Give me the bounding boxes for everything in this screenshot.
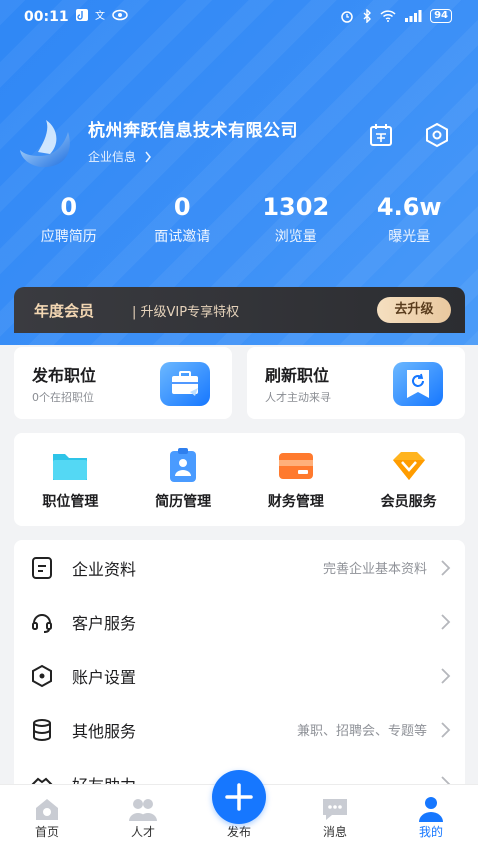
settings-list: 企业资料 完善企业基本资料 客户服务 账户设置 其他服务 兼职、招聘会、专题等 [14,540,465,800]
list-item-label: 客户服务 [72,614,137,633]
company-logo [20,120,70,168]
member-service-item[interactable]: 会员服务 [352,433,465,526]
grid-label: 会员服务 [380,494,437,510]
card-subtitle: 人才主动来寻 [265,391,331,404]
card-title: 刷新职位 [265,366,330,385]
hex-settings-icon [32,664,52,688]
nav-talent[interactable]: 人才 [108,785,178,850]
profile-icon [419,797,443,822]
nav-label: 发布 [226,825,251,839]
stats-row: 0 应聘简历 0 面试邀请 1302 浏览量 4.6w 曝光量 [12,190,466,246]
database-icon [33,719,51,741]
list-item-label: 账户设置 [72,668,137,687]
card-title: 发布职位 [32,366,97,385]
stat-value: 0 [60,193,78,221]
plus-icon [225,783,253,811]
svg-text:文: 文 [95,9,105,21]
stat-value: 0 [173,193,191,221]
chevron-right-icon [441,668,451,684]
wifi-icon [380,10,396,22]
upgrade-button[interactable]: 去升级 [377,297,451,323]
status-right-icons: 94 [340,9,452,23]
chevron-right-icon [145,151,151,162]
nav-profile[interactable]: 我的 [396,785,466,850]
message-icon [323,799,347,820]
list-item-account-settings[interactable]: 账户设置 [14,648,465,702]
stat-views[interactable]: 1302 浏览量 [239,190,353,246]
tiktok-icon [76,9,88,21]
stat-label: 曝光量 [388,229,431,245]
vip-banner[interactable]: 年度会员 | 升级VIP专享特权 去升级 [14,287,465,333]
finance-management-item[interactable]: 财务管理 [240,433,353,526]
grid-label: 财务管理 [267,494,324,510]
bluetooth-icon [363,9,372,23]
briefcase-icon [160,362,210,406]
company-info-label: 企业信息 [88,150,137,164]
nav-label: 人才 [130,825,155,839]
status-bar: 00:11 文 94 [0,0,478,34]
list-item-label: 企业资料 [72,560,137,579]
resume-management-item[interactable]: 简历管理 [127,433,240,526]
stat-label: 应聘简历 [40,229,97,245]
publish-job-card[interactable]: 发布职位 0个在招职位 [14,347,232,419]
calendar-sign-icon[interactable] [368,122,394,148]
vip-desc: | 升级VIP专享特权 [132,305,240,320]
nav-label: 我的 [418,825,443,839]
folder-icon [53,454,88,480]
stat-label: 面试邀请 [154,229,211,245]
list-item-other-services[interactable]: 其他服务 兼职、招聘会、专题等 [14,702,465,756]
chevron-right-icon [441,560,451,576]
refresh-job-card[interactable]: 刷新职位 人才主动来寻 [247,347,465,419]
quick-menu-grid: 职位管理 简历管理 财务管理 会员服务 [14,433,465,526]
nav-messages[interactable]: 消息 [300,785,370,850]
stat-exposure[interactable]: 4.6w 曝光量 [353,190,467,246]
translate-icon: 文 [95,9,105,21]
vip-title: 年度会员 [34,302,95,320]
publish-fab-button[interactable] [212,770,266,824]
stat-interviews[interactable]: 0 面试邀请 [126,190,240,246]
resume-icon [170,448,197,482]
status-left-icons: 文 [76,9,128,21]
signal-icon [405,10,422,22]
list-item-company-profile[interactable]: 企业资料 完善企业基本资料 [14,540,465,594]
list-item-customer-service[interactable]: 客户服务 [14,594,465,648]
company-header: 杭州奔跃信息技术有限公司 企业信息 [16,112,466,172]
alarm-icon [341,11,353,23]
stat-value: 4.6w [376,193,442,221]
nav-label: 首页 [34,825,59,839]
vip-diamond-icon [392,452,425,480]
chevron-right-icon [441,614,451,630]
stat-label: 浏览量 [274,229,317,245]
stat-value: 1302 [262,193,330,221]
grid-label: 简历管理 [155,494,212,510]
document-icon [32,557,52,579]
settings-hex-icon[interactable] [424,122,450,148]
headset-icon [32,614,52,633]
company-info-link[interactable]: 企业信息 [88,148,152,165]
wallet-icon [278,453,313,479]
home-icon [36,799,58,820]
people-icon [129,799,157,821]
card-subtitle: 0个在招职位 [32,391,94,404]
list-item-hint: 完善企业基本资料 [322,562,427,577]
battery-indicator: 94 [430,9,452,23]
chevron-right-icon [441,722,451,738]
nav-label: 消息 [322,825,347,839]
eye-icon [112,9,128,21]
status-time: 00:11 [24,9,69,25]
refresh-document-icon [393,362,443,406]
grid-label: 职位管理 [42,494,99,510]
job-management-item[interactable]: 职位管理 [14,433,127,526]
nav-home[interactable]: 首页 [12,785,82,850]
list-item-hint: 兼职、招聘会、专题等 [296,724,427,739]
list-item-label: 其他服务 [72,722,137,741]
stat-resumes[interactable]: 0 应聘简历 [12,190,126,246]
company-name: 杭州奔跃信息技术有限公司 [88,121,298,141]
